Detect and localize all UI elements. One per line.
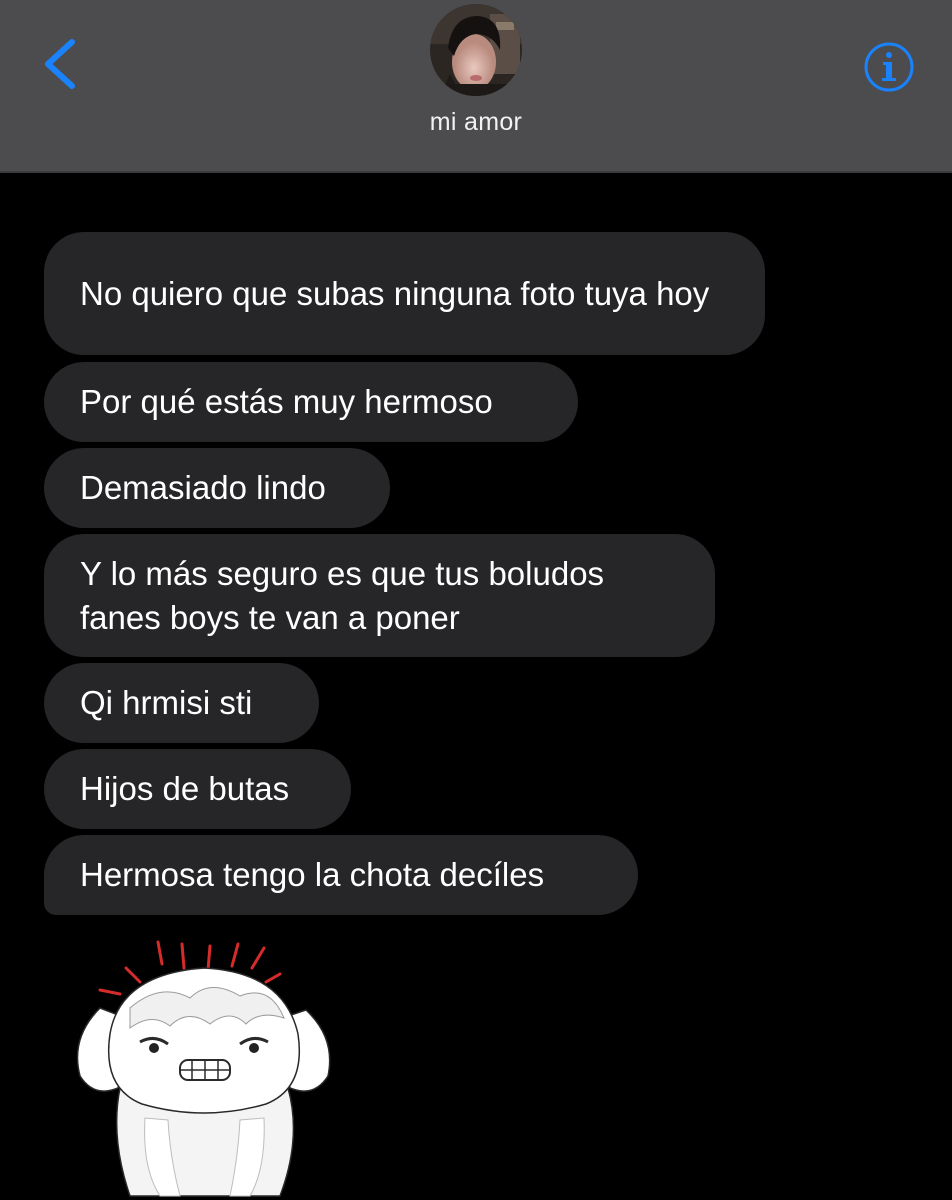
message-bubble[interactable]: No quiero que subas ninguna foto tuya ho… [44,232,765,355]
message-text: No quiero que subas ninguna foto tuya ho… [80,274,710,312]
message-bubble[interactable]: Hijos de butas [44,749,351,829]
back-button[interactable] [36,34,86,94]
message-bubble[interactable]: Demasiado lindo [44,448,390,528]
contact-name[interactable]: mi amor [0,108,952,137]
chevron-left-icon [45,39,75,89]
info-button[interactable] [862,40,916,94]
angry-fluffy-dog-sticker-icon[interactable] [70,938,340,1200]
message-bubble[interactable]: Qi hrmisi sti [44,663,319,743]
chat-header: mi amor [0,0,952,173]
message-text: Hijos de butas [80,770,290,807]
contact-avatar[interactable] [430,4,522,96]
message-text: Hermosa tengo la chota decíles [80,856,545,893]
message-bubble[interactable]: Hermosa tengo la chota decíles [44,835,638,915]
message-text: Demasiado lindo [80,469,326,506]
message-text: Por qué estás muy hermoso [80,383,493,420]
message-text: Qi hrmisi sti [80,684,253,721]
info-circle-icon [864,42,914,92]
message-bubble[interactable]: Por qué estás muy hermoso [44,362,578,442]
message-text: Y lo más seguro es que tus boludos fanes… [80,554,605,636]
message-bubble[interactable]: Y lo más seguro es que tus boludos fanes… [44,534,715,657]
avatar-photo [430,4,522,96]
